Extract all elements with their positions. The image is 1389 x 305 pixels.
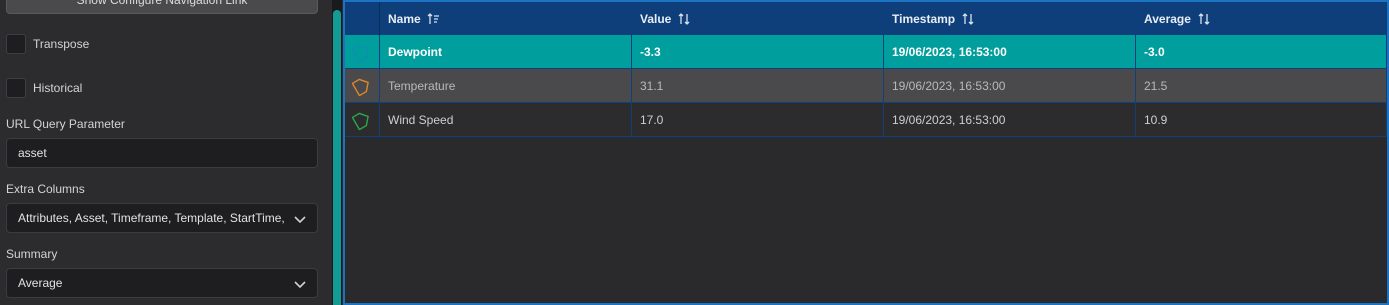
data-table: Name Value Timestamp Average Dewpoint -3…: [343, 0, 1389, 305]
table-row[interactable]: Wind Speed 17.0 19/06/2023, 16:53:00 10.…: [345, 103, 1387, 137]
extra-columns-select[interactable]: Attributes, Asset, Timeframe, Template, …: [6, 203, 318, 233]
cell-timestamp: 19/06/2023, 16:53:00: [884, 69, 1136, 103]
scrollbar-thumb[interactable]: [333, 10, 341, 305]
summary-value: Average: [18, 276, 63, 290]
table-row[interactable]: Dewpoint -3.3 19/06/2023, 16:53:00 -3.0: [345, 35, 1387, 69]
transpose-option[interactable]: Transpose: [6, 34, 89, 54]
sort-icon[interactable]: [1197, 12, 1211, 26]
cell-average: 21.5: [1136, 69, 1387, 103]
sort-icon[interactable]: [961, 12, 975, 26]
scrollbar[interactable]: [332, 0, 342, 305]
tag-icon: [352, 78, 369, 96]
chevron-down-icon: [294, 216, 306, 224]
cell-average: -3.0: [1136, 35, 1387, 69]
column-header-timestamp[interactable]: Timestamp: [884, 2, 1136, 35]
sort-icon[interactable]: [677, 12, 691, 26]
transpose-checkbox[interactable]: [6, 34, 26, 54]
summary-select[interactable]: Average: [6, 268, 318, 298]
cell-value: 17.0: [632, 103, 884, 137]
row-icon-cell: [345, 35, 380, 69]
cell-timestamp: 19/06/2023, 16:53:00: [884, 35, 1136, 69]
cell-value: 31.1: [632, 69, 884, 103]
row-icon-cell: [345, 69, 380, 103]
cell-name: Temperature: [380, 69, 632, 103]
column-header-label: Timestamp: [892, 11, 956, 26]
url-query-label: URL Query Parameter: [6, 117, 125, 131]
historical-option[interactable]: Historical: [6, 78, 82, 98]
column-header-label: Average: [1144, 11, 1191, 26]
historical-label: Historical: [33, 81, 83, 95]
transpose-label: Transpose: [33, 37, 90, 51]
column-header-label: Value: [640, 11, 672, 26]
table-header: Name Value Timestamp Average: [345, 2, 1387, 35]
historical-checkbox[interactable]: [6, 78, 26, 98]
extra-columns-value: Attributes, Asset, Timeframe, Template, …: [18, 211, 285, 225]
cell-average: 10.9: [1136, 103, 1387, 137]
cell-name: Wind Speed: [380, 103, 632, 137]
table-row[interactable]: Temperature 31.1 19/06/2023, 16:53:00 21…: [345, 69, 1387, 103]
cell-timestamp: 19/06/2023, 16:53:00: [884, 103, 1136, 137]
tag-icon: [352, 112, 369, 130]
cell-value: -3.3: [632, 35, 884, 69]
column-header-average[interactable]: Average: [1136, 2, 1387, 35]
show-navigation-link-button[interactable]: Show Configure Navigation Link: [6, 0, 318, 14]
row-icon-cell: [345, 103, 380, 137]
column-header-value[interactable]: Value: [632, 2, 884, 35]
extra-columns-label: Extra Columns: [6, 182, 85, 196]
settings-panel: Show Configure Navigation Link Transpose…: [0, 0, 332, 305]
column-header-label: Name: [388, 11, 421, 26]
icon-column-header: [345, 2, 380, 35]
column-header-name[interactable]: Name: [380, 2, 632, 35]
chevron-down-icon: [294, 281, 306, 289]
url-query-input[interactable]: asset: [6, 138, 318, 168]
cell-name: Dewpoint: [380, 35, 632, 69]
summary-label: Summary: [6, 247, 58, 261]
sort-ascending-icon[interactable]: [427, 12, 441, 26]
tag-icon: [352, 44, 369, 62]
